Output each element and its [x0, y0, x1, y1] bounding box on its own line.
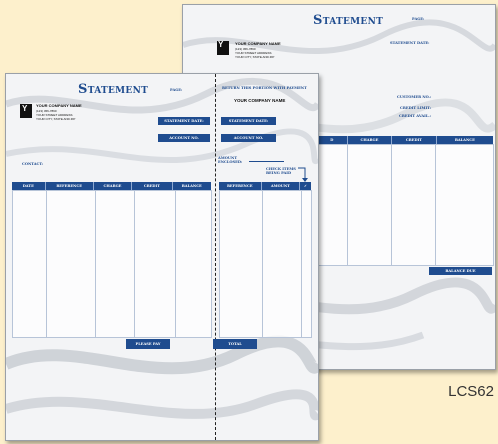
- back-table-body: [317, 144, 494, 266]
- stub-table-header: Reference Amount ✓: [219, 182, 311, 190]
- account-no-box: Account No.: [158, 134, 210, 142]
- back-title: Statement: [313, 13, 384, 28]
- back-credit-limit-label: Credit Limit:: [400, 106, 432, 110]
- back-statement-date-label: Statement Date:: [390, 41, 430, 45]
- back-col-header: Balance: [454, 138, 475, 142]
- front-col-header: Charge: [94, 182, 133, 190]
- contact-label: Contact:: [22, 162, 44, 166]
- back-page-label: Page:: [412, 17, 425, 21]
- stub-company-name: YOUR COMPANY NAME: [234, 98, 286, 103]
- front-col-header: Balance: [181, 184, 202, 188]
- front-col-header: Date: [12, 182, 46, 190]
- stub-statement-date-box: Statement Date:: [221, 117, 276, 125]
- back-company-logo: Y: [217, 41, 229, 55]
- total-box: Total: [213, 339, 257, 349]
- statement-date-box: Statement Date:: [158, 117, 210, 125]
- back-col-header: Charge: [348, 136, 393, 144]
- product-code: LCS62: [448, 383, 494, 400]
- front-title: Statement: [78, 82, 149, 97]
- stub-account-no-box: Account No.: [221, 134, 276, 142]
- front-company-name: YOUR COMPANY NAME: [36, 103, 82, 108]
- arrow-down-icon: [298, 167, 308, 182]
- return-portion-label: Return this portion with payment: [222, 86, 307, 90]
- front-company-logo: Y: [20, 104, 32, 118]
- back-credit-avail-label: Credit Avail.:: [399, 114, 431, 118]
- amount-enclosed-line: [249, 161, 284, 162]
- amount-enclosed-label: Amount Enclosed:: [218, 156, 243, 164]
- stub-col-header: Reference: [219, 182, 262, 190]
- back-col-header: D: [317, 136, 348, 144]
- front-col-header: Reference: [46, 182, 94, 190]
- back-balance-due-box: Balance Due: [429, 267, 492, 275]
- stub-table-body: [219, 190, 312, 338]
- front-table-body: [12, 190, 212, 338]
- stub-col-header: ✓: [304, 184, 308, 188]
- back-customer-no-label: Customer No.:: [397, 95, 432, 99]
- front-table-header: Date Reference Charge Credit Balance: [12, 182, 211, 190]
- back-company-name: YOUR COMPANY NAME: [235, 41, 281, 46]
- front-statement-sheet: Statement Page: Return this portion with…: [5, 73, 319, 441]
- back-company-line: YOUR CITY, STATE AND ZIP: [235, 55, 275, 59]
- stub-col-header: Amount: [262, 182, 301, 190]
- back-col-header: Credit: [392, 136, 437, 144]
- check-items-label: Check Items Being Paid: [266, 167, 296, 175]
- perforation-line: [215, 74, 216, 440]
- front-col-header: Credit: [132, 182, 173, 190]
- back-table-header: D Charge Credit Balance: [317, 136, 493, 144]
- please-pay-box: Please Pay: [126, 339, 170, 349]
- front-page-label: Page:: [170, 88, 183, 92]
- front-company-line: YOUR CITY, STATE AND ZIP: [36, 117, 76, 121]
